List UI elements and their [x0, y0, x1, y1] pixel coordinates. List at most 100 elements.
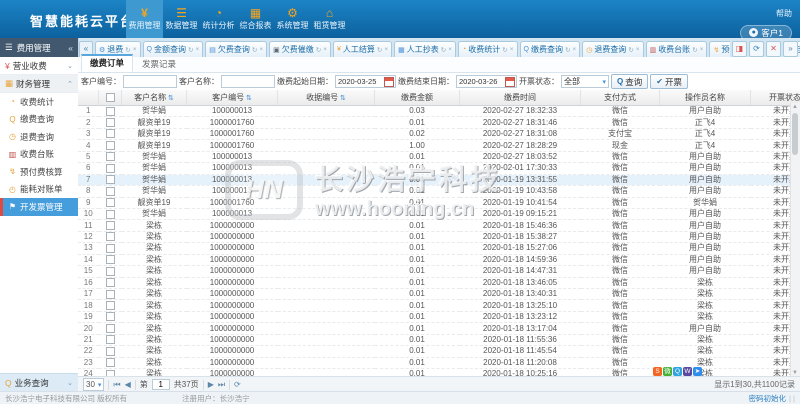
tab-arrears-query[interactable]: ▤ 欠费查询 ↻ × — [205, 41, 268, 57]
refresh-icon[interactable]: ↻ — [502, 46, 507, 54]
last-page-button[interactable]: ⏭ — [218, 380, 225, 390]
more-share-icon[interactable]: ➤ — [693, 367, 702, 376]
sort-icon[interactable]: ⇅ — [338, 95, 346, 102]
refresh-icon[interactable]: ↻ — [628, 46, 633, 54]
weibo-share-icon[interactable]: W — [683, 367, 692, 376]
table-row[interactable]: 2 靓资单19 1000001760 0.01 2020-02-27 18:31:46 微… — [78, 116, 800, 129]
table-row[interactable]: 12 梁栋 1000000000 0.01 2020-01-18 15:38:27 微信用… — [78, 231, 800, 244]
subtab-pay-orders[interactable]: 缴费订单 — [81, 54, 134, 72]
table-row[interactable]: 22 梁栋 1000000000 0.01 2020-01-18 11:45:54 微信梁… — [78, 345, 800, 358]
row-checkbox[interactable] — [105, 232, 115, 242]
table-row[interactable]: 3 靓资单19 1000001760 0.02 2020-02-27 18:31:08 支… — [78, 128, 800, 141]
column-header-cust_no[interactable]: 客户编号 ⇅ — [186, 90, 278, 106]
table-row[interactable]: 17 梁栋 1000000000 0.01 2020-01-18 13:40:31 微信梁… — [78, 288, 800, 301]
scrollbar-thumb[interactable] — [792, 113, 798, 155]
qq-share-icon[interactable]: Q — [673, 367, 682, 376]
row-checkbox[interactable] — [105, 358, 115, 368]
close-icon[interactable]: × — [572, 46, 576, 53]
sidebar-item-charge-ledger[interactable]: ▥ 收费台账 — [0, 146, 78, 164]
tab-pay-query[interactable]: Q 缴费查询 ↻ × — [519, 41, 581, 57]
tab-charge-ledger[interactable]: ▥ 收费台账 ↻ × — [645, 41, 708, 57]
sidebar-item-refund-query[interactable]: ◷ 退费查询 — [0, 128, 78, 146]
close-icon[interactable]: × — [448, 46, 452, 53]
table-row[interactable]: 19 梁栋 1000000000 0.01 2020-01-18 13:23:12 微信梁… — [78, 311, 800, 324]
sidebar-item-prepay-check[interactable]: ↯ 预付费核算 — [0, 163, 78, 181]
refresh-icon[interactable]: ↻ — [692, 46, 697, 54]
refresh-icon[interactable]: ↻ — [316, 46, 321, 54]
sidebar-item-biz-query[interactable]: Q 业务查询 ⌄ — [0, 373, 78, 392]
first-page-button[interactable]: ⏮ — [113, 380, 120, 390]
column-header-name[interactable]: 客户名称 ⇅ — [121, 90, 187, 106]
nav-item-fee[interactable]: ¥ 费用管理 — [126, 0, 163, 38]
tab-refund-query[interactable]: ◷ 退费查询 ↻ × — [582, 41, 644, 57]
close-icon[interactable]: × — [700, 46, 704, 53]
table-row[interactable]: 21 梁栋 1000000000 0.01 2020-01-18 11:55:36 微信梁… — [78, 334, 800, 347]
refresh-icon[interactable]: ↻ — [252, 46, 257, 54]
row-checkbox[interactable] — [105, 220, 115, 230]
layout-icon[interactable]: ◨ — [732, 41, 747, 57]
row-checkbox[interactable] — [105, 266, 115, 276]
table-row[interactable]: 8 贺华娟 100000013 0.01 2020-01-19 10:43:58 微信 用户… — [78, 185, 800, 198]
row-checkbox[interactable] — [105, 243, 115, 253]
page-size-select[interactable]: 30 ▾ — [83, 378, 105, 391]
close-icon[interactable]: × — [323, 46, 327, 53]
sidebar-group-business-charge[interactable]: ¥ 营业收费 ⌄ — [0, 57, 78, 75]
sidebar-collapse-icon[interactable]: « — [68, 43, 73, 53]
customer-name-input[interactable] — [221, 75, 275, 88]
row-checkbox[interactable] — [105, 209, 115, 219]
page-number-input[interactable] — [151, 379, 170, 390]
row-checkbox[interactable] — [105, 118, 115, 128]
row-checkbox[interactable] — [105, 255, 115, 265]
search-button[interactable]: Q 查询 — [611, 74, 649, 89]
row-checkbox[interactable] — [105, 335, 115, 345]
make-invoice-button[interactable]: ✔ 开票 — [650, 74, 688, 89]
calendar-icon[interactable] — [505, 76, 515, 87]
sidebar-item-invoice-mgmt[interactable]: ⚑ 开发票管理 — [0, 198, 78, 216]
row-checkbox[interactable] — [105, 301, 115, 311]
nav-item-system[interactable]: ⚙ 系统管理 — [274, 0, 311, 38]
table-row[interactable]: 20 梁栋 1000000000 0.01 2020-01-18 13:17:04 微信用… — [78, 322, 800, 335]
row-checkbox[interactable] — [105, 129, 115, 139]
start-date-input[interactable]: 2020-03-25 — [335, 75, 396, 88]
prev-page-button[interactable]: ◀ — [125, 380, 131, 389]
wechat-share-icon[interactable]: 微 — [663, 367, 672, 376]
table-row[interactable]: 1 贺华娟 100000013 0.03 2020-02-27 18:32:33 微信 用户… — [78, 105, 800, 118]
help-link[interactable]: 帮助 — [776, 9, 792, 18]
row-checkbox[interactable] — [105, 152, 115, 162]
table-row[interactable]: 4 靓资单19 1000001760 1.00 2020-02-27 18:28:29 现… — [78, 139, 800, 152]
table-row[interactable]: 16 梁栋 1000000000 0.01 2020-01-18 13:46:05 微信梁… — [78, 277, 800, 290]
row-checkbox[interactable] — [105, 289, 115, 299]
table-row[interactable]: 10 贺华娟 100000013 0.01 2020-01-19 09:15:21 微信用… — [78, 208, 800, 221]
refresh-icon[interactable]: ↻ — [188, 46, 193, 54]
table-row[interactable]: 13 梁栋 1000000000 0.01 2020-01-18 15:27:06 微信用… — [78, 242, 800, 255]
table-row[interactable]: 5 贺华娟 100000013 0.01 2020-02-27 18:03:52 微信 用户… — [78, 151, 800, 164]
table-row[interactable]: 14 梁栋 1000000000 0.01 2020-01-18 14:59:36 微信用… — [78, 254, 800, 267]
refresh-icon[interactable]: ⟳ — [234, 380, 241, 389]
calendar-icon[interactable] — [384, 76, 394, 87]
sort-icon[interactable]: ⇅ — [244, 95, 252, 102]
nav-item-report[interactable]: ▦ 综合报表 — [237, 0, 274, 38]
row-checkbox[interactable] — [105, 186, 115, 196]
row-checkbox[interactable] — [105, 163, 115, 173]
table-row[interactable]: 15 梁栋 1000000000 0.01 2020-01-18 14:47:31 微信用… — [78, 265, 800, 278]
refresh-icon[interactable]: ↻ — [125, 46, 130, 54]
sidebar-item-pay-query[interactable]: Q 缴费查询 — [0, 111, 78, 129]
row-checkbox[interactable] — [105, 106, 115, 116]
sort-icon[interactable]: ⇅ — [166, 95, 174, 102]
row-checkbox[interactable] — [105, 140, 115, 150]
close-icon[interactable]: × — [133, 46, 137, 53]
close-icon[interactable]: × — [259, 46, 263, 53]
column-header-receipt[interactable]: 收据编号 ⇅ — [277, 90, 375, 106]
close-icon[interactable]: × — [195, 46, 199, 53]
row-checkbox[interactable] — [105, 175, 115, 185]
refresh-icon[interactable]: ↻ — [377, 46, 382, 54]
row-checkbox[interactable] — [105, 312, 115, 322]
select-all-checkbox[interactable] — [105, 93, 115, 103]
tab-arrears-urge[interactable]: ▣ 欠费催缴 ↻ × — [269, 41, 331, 57]
table-row[interactable]: 18 梁栋 1000000000 0.01 2020-01-18 13:25:10 微信梁… — [78, 299, 800, 312]
sidebar-group-finance-mgmt[interactable]: ▦ 财务管理 ⌃ — [0, 75, 78, 93]
table-row[interactable]: 11 梁栋 1000000000 0.01 2020-01-18 15:46:36 微信用… — [78, 219, 800, 232]
tab-manual-read[interactable]: ▦ 人工抄表 ↻ × — [394, 41, 457, 57]
table-row[interactable]: 7 贺华娟 100000013 0.01 2020-01-19 13:31:55 微信 用户… — [78, 174, 800, 187]
tab-manual-settle[interactable]: ¥ 人工结算 ↻ × — [332, 41, 393, 57]
